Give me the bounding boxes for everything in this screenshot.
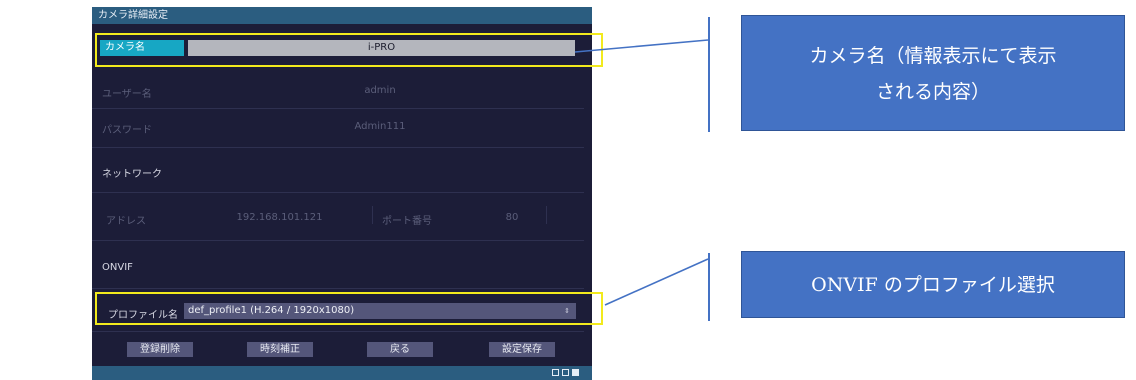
callout-bracket [708, 17, 710, 132]
callout-text-line1: カメラ名（情報表示にて表示 [809, 45, 1057, 67]
callout-text-line2: される内容） [875, 81, 990, 103]
camera-name-callout: カメラ名（情報表示にて表示 される内容） [741, 15, 1125, 131]
onvif-callout: ONVIF のプロファイル選択 [741, 251, 1125, 318]
callout-bracket [708, 253, 710, 321]
connector-line-onvif [604, 258, 709, 306]
connector-line-camera [574, 39, 709, 53]
